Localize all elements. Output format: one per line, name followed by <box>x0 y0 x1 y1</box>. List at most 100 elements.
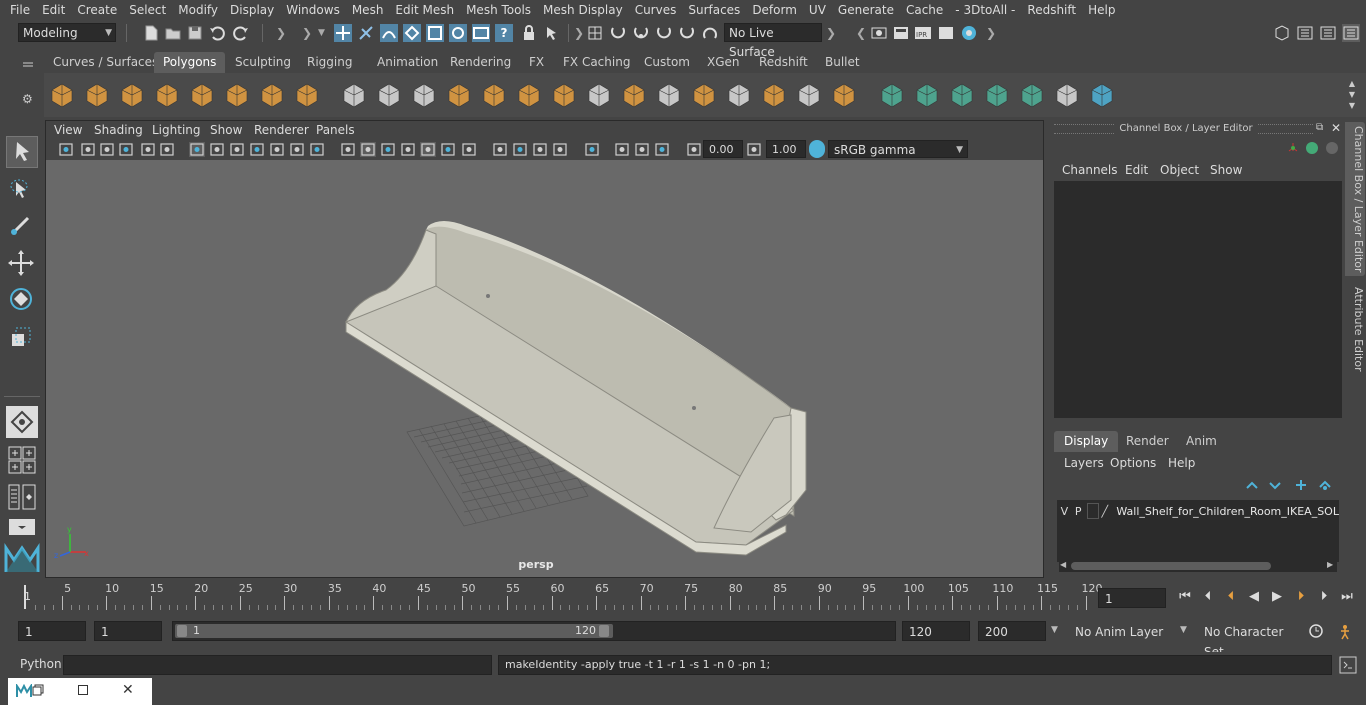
scroll-left-icon[interactable]: ◀ <box>1060 560 1066 569</box>
single-perspective-icon[interactable] <box>6 406 38 438</box>
shelf-tab-fx[interactable]: FX <box>520 52 553 73</box>
menu-edit-mesh[interactable]: Edit Mesh <box>389 0 460 20</box>
layer-move-up-icon[interactable] <box>1245 478 1259 492</box>
lock-icon[interactable] <box>520 24 538 42</box>
image-plane-icon[interactable] <box>118 142 134 157</box>
smooth-shade-icon[interactable] <box>360 142 376 157</box>
poly-cylinder-icon[interactable] <box>118 81 146 109</box>
menu-edit[interactable]: Edit <box>36 0 71 20</box>
film-gate-icon[interactable] <box>209 142 225 157</box>
live-surface-field[interactable]: No Live Surface <box>724 23 822 59</box>
insert-edge-loop-icon[interactable] <box>830 81 858 109</box>
menu-generate[interactable]: Generate <box>832 0 900 20</box>
bookmark-icon[interactable] <box>99 142 115 157</box>
select-cursor-icon[interactable] <box>542 24 560 42</box>
toggle-attribute-icon[interactable] <box>1319 24 1337 42</box>
append-polygon-icon[interactable] <box>655 81 683 109</box>
menu-create[interactable]: Create <box>71 0 123 20</box>
multi-cut-icon[interactable] <box>690 81 718 109</box>
bridge-icon[interactable] <box>585 81 613 109</box>
frame-all-icon[interactable] <box>654 142 670 157</box>
menu-uv[interactable]: UV <box>803 0 832 20</box>
xray-icon[interactable] <box>461 142 477 157</box>
layer-tab-display[interactable]: Display <box>1054 431 1119 452</box>
shelf-tab-curves-surfaces[interactable]: Curves / Surfaces <box>44 52 167 73</box>
menu-mesh[interactable]: Mesh <box>346 0 390 20</box>
range-handle-right[interactable] <box>599 625 609 637</box>
layer-menu-options[interactable]: Options <box>1110 456 1156 470</box>
exposure-icon[interactable] <box>746 142 762 157</box>
viewport-menu-lighting[interactable]: Lighting <box>152 121 201 139</box>
current-time-marker[interactable] <box>24 585 26 609</box>
layer-row[interactable]: V P ╱ Wall_Shelf_for_Children_Room_IKEA_… <box>1059 503 1339 519</box>
range-slider[interactable]: 1 120 <box>172 621 896 641</box>
menu-help[interactable]: Help <box>1082 0 1121 20</box>
restore-icon[interactable] <box>32 684 44 696</box>
toggle-outliner-icon[interactable] <box>1296 24 1314 42</box>
depth-of-field-icon[interactable] <box>614 142 630 157</box>
menu-mesh-display[interactable]: Mesh Display <box>537 0 629 20</box>
poly-pipe-icon[interactable] <box>293 81 321 109</box>
frame-selected-icon[interactable] <box>686 142 702 157</box>
shelf-tab-bullet[interactable]: Bullet <box>816 52 869 73</box>
viewport-menu-show[interactable]: Show <box>210 121 242 139</box>
step-back-key-icon[interactable]: ⏴ <box>1222 588 1240 606</box>
isolate-select-icon[interactable] <box>634 142 650 157</box>
booleans-icon[interactable] <box>480 81 508 109</box>
poly-cube-icon[interactable] <box>83 81 111 109</box>
extrude-icon[interactable] <box>620 81 648 109</box>
render-settings-icon[interactable] <box>870 24 888 42</box>
layer-move-down-icon[interactable] <box>1268 478 1282 492</box>
scroll-right-icon[interactable]: ▶ <box>1327 560 1333 569</box>
scale-tool-icon[interactable] <box>6 322 38 354</box>
menu-surfaces[interactable]: Surfaces <box>682 0 746 20</box>
fill-hole-icon[interactable] <box>795 81 823 109</box>
play-backwards-icon[interactable]: ◀ <box>1245 588 1263 606</box>
render-view-icon[interactable] <box>937 24 955 42</box>
four-view-layout-icon[interactable] <box>8 446 36 474</box>
select-object-icon[interactable] <box>357 24 375 42</box>
layer-color-icon[interactable]: ╱ <box>1101 505 1112 518</box>
combine-icon[interactable] <box>340 81 368 109</box>
shadows-icon[interactable] <box>440 142 456 157</box>
layer-tab-render[interactable]: Render <box>1116 431 1179 452</box>
smooth-icon[interactable] <box>445 81 473 109</box>
automatic-mapping-icon[interactable] <box>983 81 1011 109</box>
layer-scrollbar[interactable]: ◀ ▶ <box>1059 560 1337 572</box>
side-tab-attribute-editor[interactable]: Attribute Editor <box>1345 286 1365 372</box>
snap-grid-icon[interactable] <box>403 24 421 42</box>
shelf-tab-polygons[interactable]: Polygons <box>154 52 226 73</box>
magnet-snap-curve-icon[interactable] <box>609 24 627 42</box>
shelf-tab-redshift[interactable]: Redshift <box>750 52 817 73</box>
layer-visibility-toggle[interactable]: V <box>1059 505 1070 518</box>
help-icon[interactable]: ? <box>495 24 513 42</box>
anim-layer-dropdown[interactable]: No Anim Layer <box>1068 621 1176 641</box>
move-tool-icon[interactable] <box>6 248 38 280</box>
current-frame-field[interactable]: 1 <box>1098 588 1166 608</box>
chevron-down-icon[interactable]: ▼ <box>1051 625 1058 635</box>
textured-icon[interactable] <box>400 142 416 157</box>
merge-icon[interactable] <box>725 81 753 109</box>
extract-icon[interactable] <box>410 81 438 109</box>
redo-icon[interactable] <box>232 24 250 42</box>
shelf-scroll[interactable]: ▲ ▼ ▼ <box>1346 78 1358 112</box>
panel-grip[interactable] <box>1054 124 1114 134</box>
transfer-uvs-icon[interactable] <box>1088 81 1116 109</box>
2d-pan-zoom-icon[interactable] <box>159 142 175 157</box>
camera-attributes-icon[interactable] <box>80 142 96 157</box>
command-input[interactable] <box>63 655 492 675</box>
menu-windows[interactable]: Windows <box>280 0 346 20</box>
poly-cone-icon[interactable] <box>153 81 181 109</box>
layer-menu-layers[interactable]: Layers <box>1064 456 1104 470</box>
playback-start-field[interactable]: 1 <box>94 621 162 641</box>
shelf-tab-sculpting[interactable]: Sculpting <box>226 52 300 73</box>
range-handle-left[interactable] <box>177 625 187 637</box>
magnet-snap-point-icon[interactable] <box>632 24 650 42</box>
go-to-end-icon[interactable]: ⏭ <box>1338 588 1356 606</box>
layer-menu-help[interactable]: Help <box>1168 456 1195 470</box>
quad-draw-icon[interactable] <box>878 81 906 109</box>
menu-mesh-tools[interactable]: Mesh Tools <box>460 0 537 20</box>
separate-icon[interactable] <box>375 81 403 109</box>
resolution-gate-icon[interactable] <box>229 142 245 157</box>
maximize-icon[interactable] <box>78 685 88 695</box>
